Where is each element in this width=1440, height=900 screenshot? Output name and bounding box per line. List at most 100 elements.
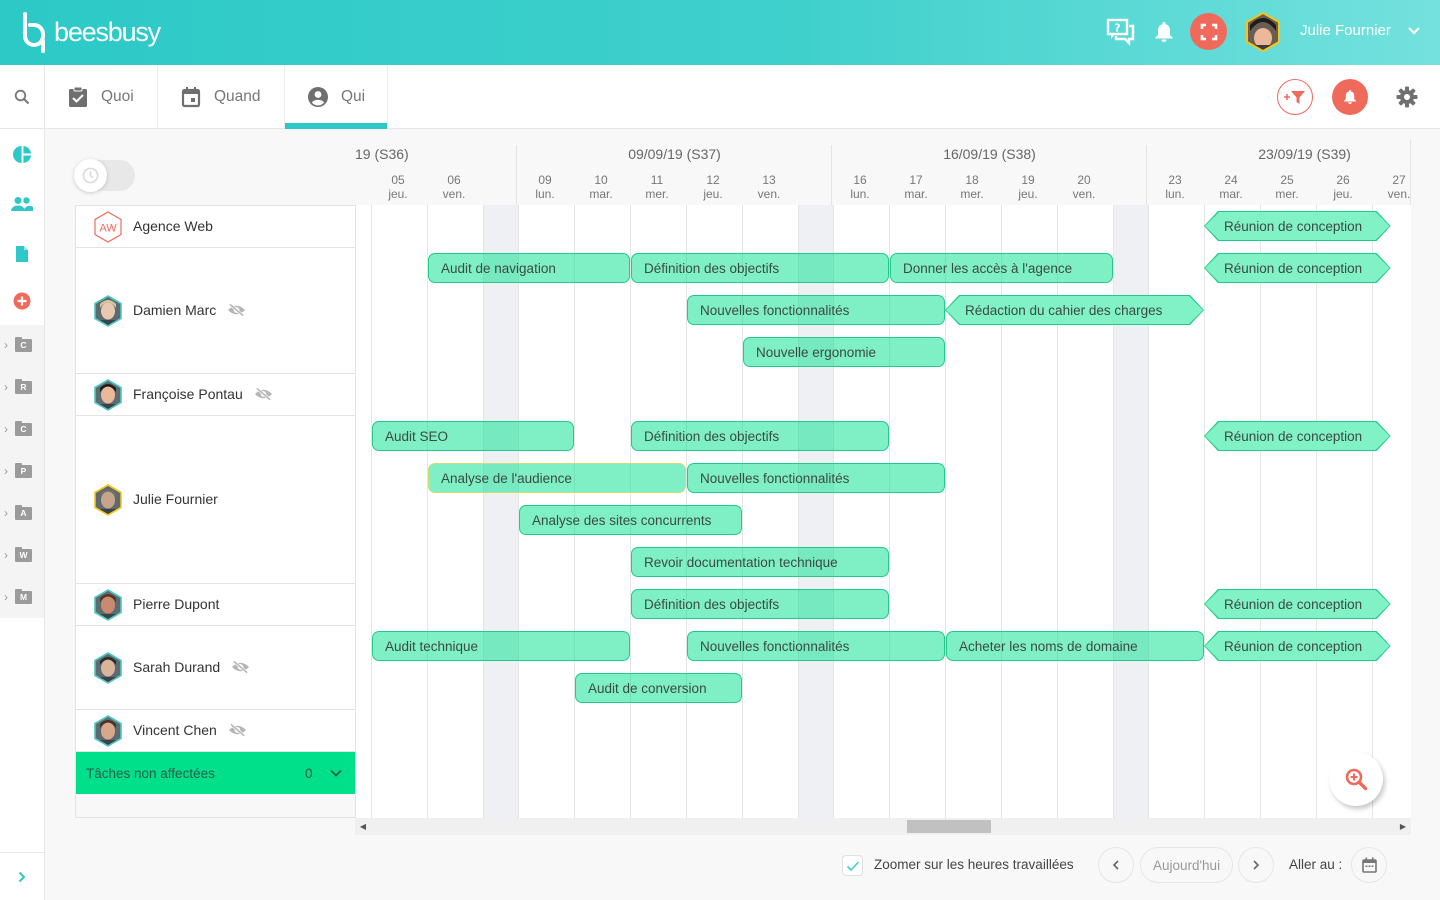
chevron-right-icon[interactable]: › bbox=[4, 422, 12, 436]
task-event[interactable]: Réunion de conception bbox=[1204, 589, 1391, 619]
eye-slash-icon[interactable] bbox=[254, 387, 273, 401]
fullscreen-button[interactable] bbox=[1190, 13, 1227, 50]
task-label: Réunion de conception bbox=[1224, 596, 1363, 612]
hours-toggle[interactable] bbox=[74, 159, 135, 192]
task-bar[interactable]: Nouvelles fonctionnalités bbox=[687, 295, 945, 325]
task-bar[interactable]: Audit de navigation bbox=[428, 253, 630, 283]
task-label: Réunion de conception bbox=[1224, 428, 1363, 444]
task-bar[interactable]: Acheter les noms de domaine bbox=[946, 631, 1204, 661]
task-event[interactable]: Réunion de conception bbox=[1204, 211, 1391, 241]
day-weekday: lun. bbox=[1165, 187, 1185, 201]
users-icon bbox=[11, 197, 33, 211]
app-logo[interactable]: beesbusy bbox=[20, 10, 161, 54]
eye-slash-icon[interactable] bbox=[231, 660, 250, 674]
eye-slash-icon[interactable] bbox=[227, 303, 246, 317]
task-bar[interactable]: Audit de conversion bbox=[575, 673, 742, 703]
resource-row[interactable]: AW Agence Web bbox=[76, 206, 355, 248]
task-label: Réunion de conception bbox=[1224, 260, 1363, 276]
task-label: Définition des objectifs bbox=[644, 596, 780, 612]
notifications-button[interactable] bbox=[1152, 19, 1176, 45]
user-menu-button[interactable] bbox=[1405, 22, 1423, 40]
zoom-in-button[interactable] bbox=[1329, 752, 1383, 806]
add-filter-button[interactable] bbox=[1277, 79, 1313, 115]
tab-quoi[interactable]: Quoi bbox=[45, 65, 158, 128]
alerts-button[interactable] bbox=[1332, 79, 1368, 115]
sidebar-folder-item[interactable]: › C bbox=[0, 414, 44, 444]
resource-row[interactable]: Sarah Durand bbox=[76, 626, 355, 710]
folder-icon: M bbox=[15, 588, 32, 604]
sidebar-folder-item[interactable]: › A bbox=[0, 498, 44, 528]
folder-icon: P bbox=[15, 462, 32, 478]
week-label: 23/09/19 (S39) bbox=[1258, 146, 1351, 162]
unassigned-tasks-bar[interactable]: Tâches non affectées 0 bbox=[76, 752, 355, 794]
user-avatar[interactable] bbox=[1244, 11, 1282, 53]
day-header: 10 mar. bbox=[573, 173, 629, 201]
resource-row[interactable]: Julie Fournier bbox=[76, 416, 355, 584]
user-name[interactable]: Julie Fournier bbox=[1300, 22, 1391, 39]
chevron-right-icon[interactable]: › bbox=[4, 464, 12, 478]
sidebar-item-add[interactable] bbox=[0, 286, 44, 316]
task-event[interactable]: Réunion de conception bbox=[1204, 631, 1391, 661]
sidebar-folder-item[interactable]: › W bbox=[0, 540, 44, 570]
task-bar[interactable]: Analyse des sites concurrents bbox=[519, 505, 742, 535]
horizontal-scrollbar[interactable]: ◀ ▶ bbox=[355, 818, 1411, 835]
scrollbar-thumb[interactable] bbox=[907, 820, 991, 833]
sidebar-item-documents[interactable] bbox=[0, 239, 44, 269]
task-bar[interactable]: Définition des objectifs bbox=[631, 589, 889, 619]
zoom-worked-hours-label[interactable]: Zoomer sur les heures travaillées bbox=[874, 857, 1074, 872]
project-folder-list: › C › R › C › P › A › W › M bbox=[0, 325, 44, 618]
resource-name-text: Agence Web bbox=[133, 218, 213, 234]
task-bar[interactable]: Nouvelles fonctionnalités bbox=[687, 631, 945, 661]
eye-slash-icon[interactable] bbox=[228, 723, 247, 737]
day-weekday: mar. bbox=[1219, 187, 1243, 201]
task-bar[interactable]: Donner les accès à l'agence bbox=[890, 253, 1113, 283]
chevron-right-icon[interactable]: › bbox=[4, 548, 12, 562]
sidebar-folder-item[interactable]: › R bbox=[0, 372, 44, 402]
task-bar[interactable]: Audit technique bbox=[372, 631, 630, 661]
today-button[interactable]: Aujourd'hui bbox=[1140, 847, 1233, 883]
top-header: beesbusy ? Julie Fournier bbox=[0, 0, 1440, 65]
chevron-right-icon[interactable]: › bbox=[4, 338, 12, 352]
sidebar-folder-item[interactable]: › M bbox=[0, 582, 44, 612]
chevron-right-icon[interactable]: › bbox=[4, 380, 12, 394]
task-bar[interactable]: Nouvelle ergonomie bbox=[743, 337, 945, 367]
task-event[interactable]: Réunion de conception bbox=[1204, 421, 1391, 451]
expand-sidebar-button[interactable] bbox=[12, 867, 32, 887]
task-event[interactable]: Rédaction du cahier des charges bbox=[945, 295, 1204, 325]
help-button[interactable]: ? bbox=[1104, 16, 1138, 48]
task-bar[interactable]: Audit SEO bbox=[372, 421, 574, 451]
next-period-button[interactable] bbox=[1238, 847, 1274, 883]
resource-row[interactable]: Damien Marc bbox=[76, 248, 355, 374]
sidebar-folder-item[interactable]: › P bbox=[0, 456, 44, 486]
sidebar-item-users[interactable] bbox=[0, 189, 44, 219]
task-bar[interactable]: Définition des objectifs bbox=[631, 253, 889, 283]
task-bar[interactable]: Revoir documentation technique bbox=[631, 547, 889, 577]
day-weekday: mer. bbox=[1275, 187, 1299, 201]
toggle-knob[interactable] bbox=[74, 159, 107, 192]
sidebar-item-dashboard[interactable] bbox=[0, 139, 44, 169]
task-bar[interactable]: Nouvelles fonctionnalités bbox=[687, 463, 945, 493]
task-bar[interactable]: Analyse de l'audience bbox=[428, 463, 686, 493]
sidebar-folder-item[interactable]: › C bbox=[0, 330, 44, 360]
tab-qui[interactable]: Qui bbox=[285, 65, 388, 129]
search-button[interactable] bbox=[0, 65, 45, 128]
tab-quand[interactable]: Quand bbox=[158, 65, 285, 128]
previous-period-button[interactable] bbox=[1098, 847, 1134, 883]
task-bar[interactable]: Définition des objectifs bbox=[631, 421, 889, 451]
chevron-down-icon[interactable] bbox=[328, 765, 344, 781]
scroll-left-arrow[interactable]: ◀ bbox=[358, 821, 368, 832]
settings-button[interactable] bbox=[1389, 79, 1425, 115]
task-event[interactable]: Réunion de conception bbox=[1204, 253, 1391, 283]
chevron-right-icon[interactable]: › bbox=[4, 590, 12, 604]
chevron-right-icon[interactable]: › bbox=[4, 506, 12, 520]
resource-row[interactable]: Vincent Chen bbox=[76, 710, 355, 752]
zoom-worked-hours-checkbox[interactable] bbox=[842, 855, 863, 876]
folder-icon: C bbox=[15, 336, 32, 352]
scroll-right-arrow[interactable]: ▶ bbox=[1398, 821, 1408, 832]
date-picker-button[interactable] bbox=[1351, 847, 1387, 883]
resource-row[interactable]: Françoise Pontau bbox=[76, 374, 355, 416]
resource-row[interactable]: Pierre Dupont bbox=[76, 584, 355, 626]
task-label: Définition des objectifs bbox=[644, 260, 780, 276]
resource-name-text: Sarah Durand bbox=[133, 659, 221, 675]
day-gridline bbox=[1372, 205, 1373, 818]
